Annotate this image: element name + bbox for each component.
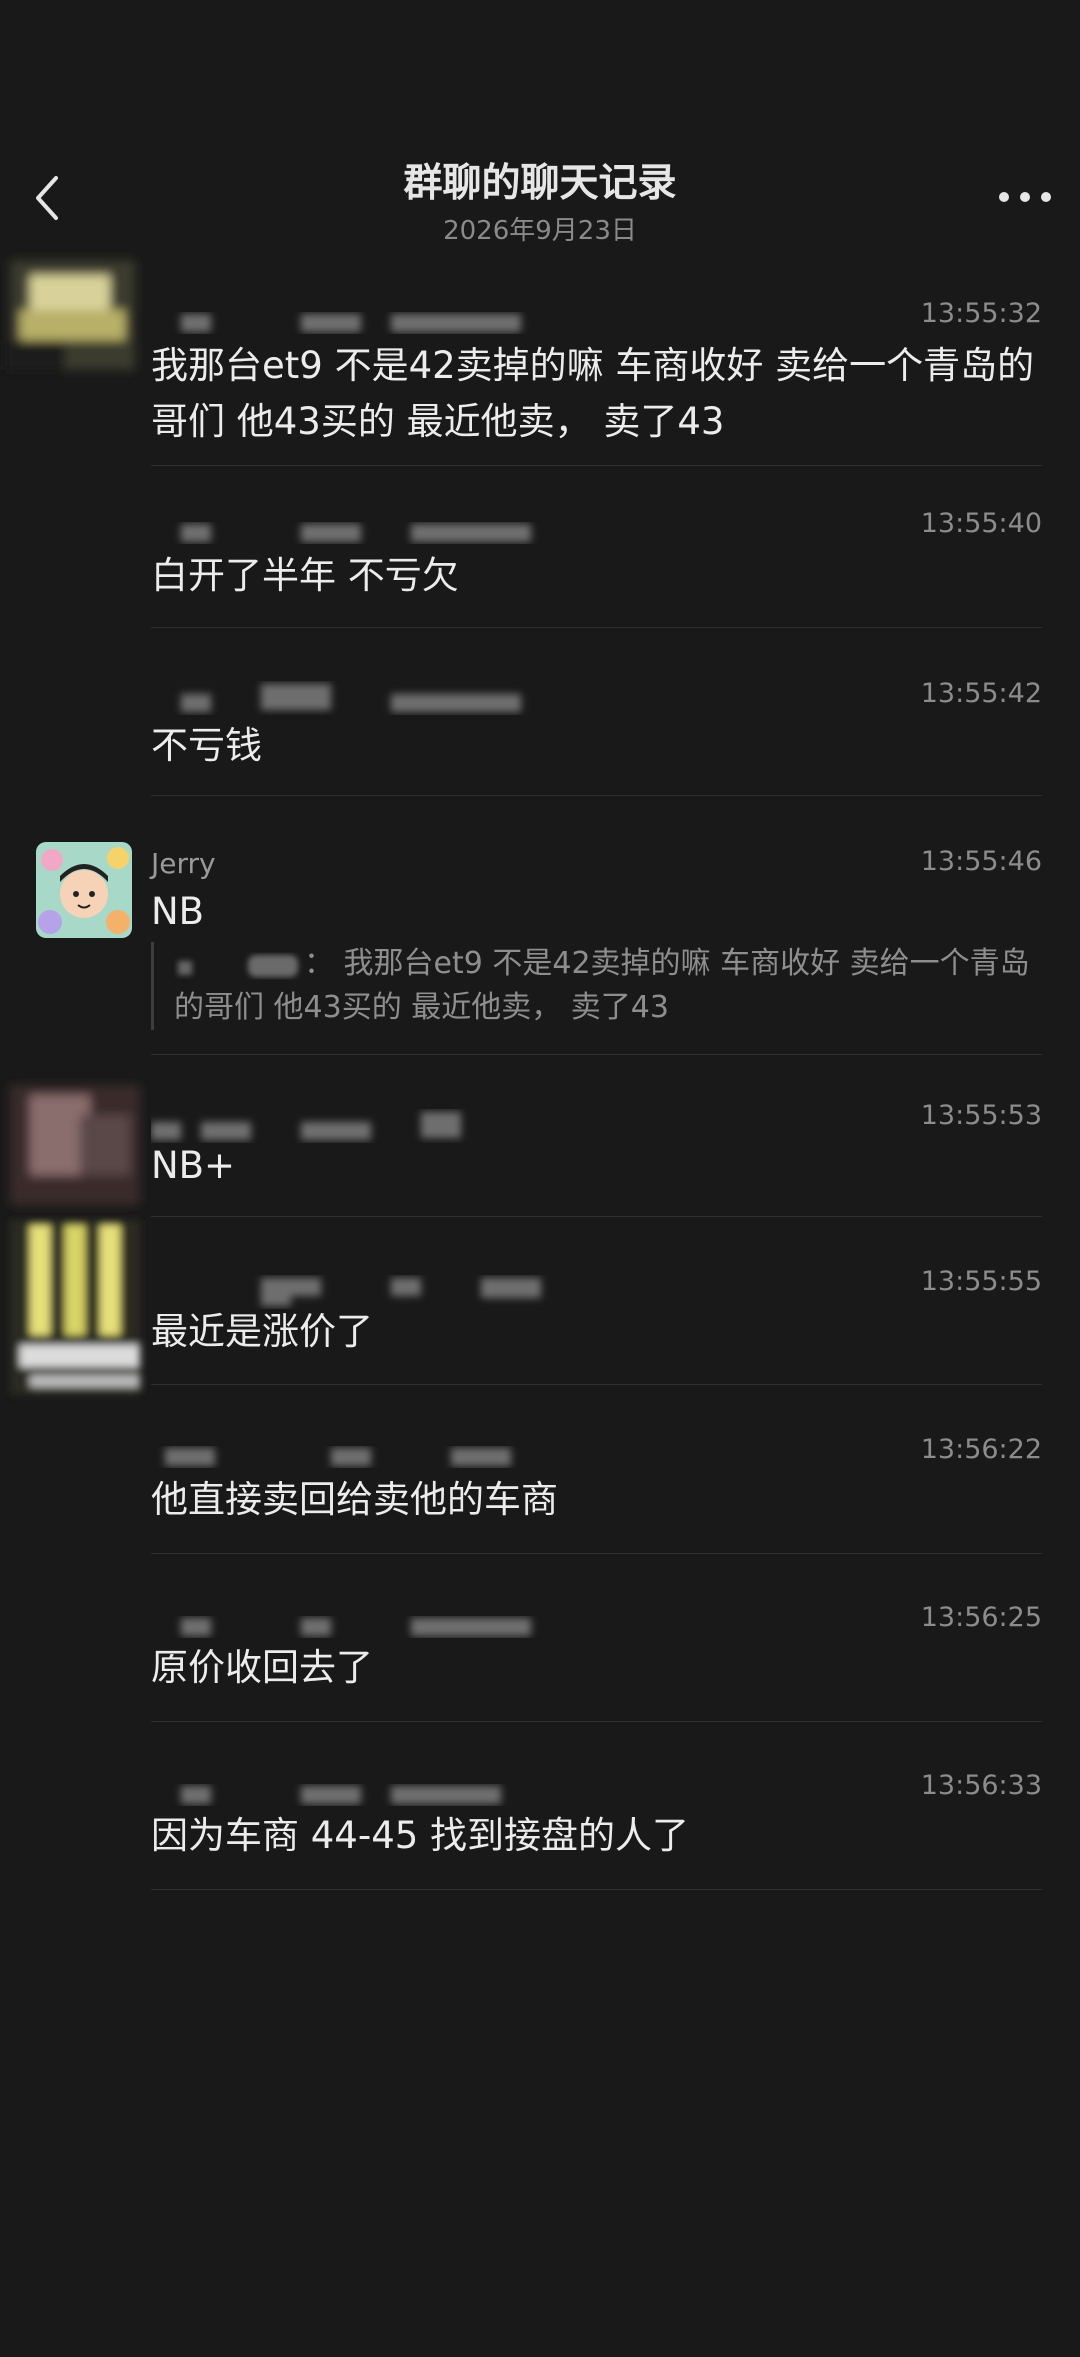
quoted-message[interactable]: ： 我那台et9 不是42卖掉的嘛 车商收好 卖给一个青岛的哥们 他43买的 最… (151, 942, 1034, 1030)
sender-name-obscured (151, 680, 571, 720)
divider (151, 627, 1042, 628)
quoted-sender-obscured (174, 949, 304, 981)
avatar-obscured (0, 1215, 150, 1405)
avatar-obscured (0, 1075, 150, 1215)
avatar-obscured (0, 240, 145, 400)
divider (151, 1889, 1042, 1890)
message-time: 13:56:33 (920, 1770, 1042, 1801)
message-text: 因为车商 44-45 找到接盘的人了 (151, 1814, 690, 1857)
divider (151, 1054, 1042, 1055)
message-time: 13:55:46 (920, 846, 1042, 877)
sender-name-obscured (151, 512, 571, 552)
message-text: NB (151, 890, 205, 933)
more-horizontal-icon (999, 192, 1051, 202)
message-text: 最近是涨价了 (151, 1310, 373, 1353)
message-time: 13:55:40 (920, 508, 1042, 539)
message-text: 原价收回去了 (151, 1646, 373, 1689)
divider (151, 1553, 1042, 1554)
divider (151, 1384, 1042, 1385)
message-text: 他直接卖回给卖他的车商 (151, 1478, 558, 1521)
page-title: 群聊的聊天记录 (403, 161, 677, 206)
message-text: 白开了半年 不亏欠 (151, 554, 459, 597)
sender-name-obscured (151, 1436, 571, 1476)
more-button[interactable] (994, 180, 1056, 214)
message-time: 13:55:32 (920, 298, 1042, 329)
message-time: 13:56:25 (920, 1602, 1042, 1633)
message-text: 我那台et9 不是42卖掉的嘛 车商收好 卖给一个青岛的哥们 他43买的 最近他… (151, 344, 1035, 443)
avatar[interactable] (36, 842, 132, 938)
divider (151, 795, 1042, 796)
message-time: 13:56:22 (920, 1434, 1042, 1465)
sender-name: Jerry (151, 847, 216, 880)
divider (151, 1216, 1042, 1217)
message-text: NB+ (151, 1144, 236, 1187)
message-time: 13:55:53 (920, 1100, 1042, 1131)
message-time: 13:55:55 (920, 1266, 1042, 1297)
page-date: 2026年9月23日 (443, 216, 637, 246)
divider (151, 465, 1042, 466)
message-text: 不亏钱 (151, 724, 262, 767)
message-time: 13:55:42 (920, 678, 1042, 709)
nav-header: 群聊的聊天记录 2026年9月23日 (0, 0, 1080, 260)
cartoon-avatar-icon (36, 842, 132, 938)
divider (151, 1721, 1042, 1722)
sender-name-obscured (151, 302, 571, 342)
